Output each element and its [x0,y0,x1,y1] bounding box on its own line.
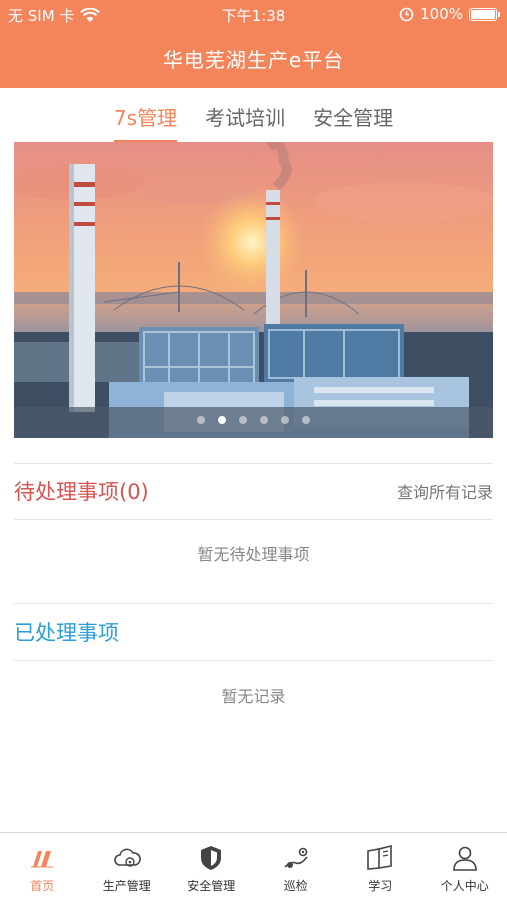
tab-exam-training[interactable]: 考试培训 [205,88,285,142]
done-title: 已处理事项 [14,621,119,645]
tab-safety-management[interactable]: 安全管理 [313,88,393,142]
nav-inspection[interactable]: 巡检 [254,833,339,900]
done-empty-text: 暂无记录 [221,687,286,706]
divider [14,660,493,661]
carousel-dot[interactable] [197,416,205,424]
carousel-indicators [14,416,493,424]
home-logo-icon [31,851,54,868]
status-bar: 无 SIM 卡 下午1:38 100% [0,0,507,30]
done-section-header: 已处理事项 [14,611,493,653]
app-header: 无 SIM 卡 下午1:38 100% 华电芜湖生产e平台 [0,0,507,88]
nav-production[interactable]: 生产管理 [85,833,170,900]
top-tabs: 7s管理 考试培训 安全管理 [0,88,507,142]
nav-label: 安全管理 [187,879,236,893]
battery-icon [469,7,500,21]
nav-label: 巡检 [283,879,308,893]
book-icon [367,844,393,870]
query-all-records-link[interactable]: 查询所有记录 [397,479,493,503]
cloud-production-icon [114,848,141,867]
carousel-dot[interactable] [260,416,268,424]
nav-profile[interactable]: 个人中心 [423,833,507,900]
pending-title: 待处理事项(0) [14,480,149,504]
carousel-dot[interactable] [302,416,310,424]
divider [14,463,493,464]
pending-empty-text: 暂无待处理事项 [197,545,310,564]
alarm-icon [399,7,414,21]
battery-text: 100% [420,5,463,23]
tab-7s-management[interactable]: 7s管理 [113,88,178,142]
carousel-dot[interactable] [281,416,289,424]
nav-study[interactable]: 学习 [338,833,423,900]
power-plant-sunset-image [14,142,493,438]
page-title: 华电芜湖生产e平台 [162,48,345,72]
nav-label: 生产管理 [102,879,151,893]
nav-label: 个人中心 [440,879,489,893]
nav-label: 学习 [368,879,393,893]
person-icon [452,846,477,871]
shield-icon [201,846,222,870]
bottom-tab-bar: 首页 生产管理 安全管理 巡检 学习 个人中心 [0,832,507,900]
pending-section-header: 待处理事项(0) 查询所有记录 [14,470,493,512]
nav-safety[interactable]: 安全管理 [169,833,254,900]
carousel-dot-active[interactable] [218,416,226,424]
inspection-icon [284,847,308,868]
divider [14,519,493,520]
nav-label: 首页 [30,879,55,893]
divider [14,603,493,604]
status-right: 100% [399,5,500,23]
banner-carousel[interactable] [14,142,493,438]
carousel-dot[interactable] [239,416,247,424]
nav-home[interactable]: 首页 [0,833,85,900]
